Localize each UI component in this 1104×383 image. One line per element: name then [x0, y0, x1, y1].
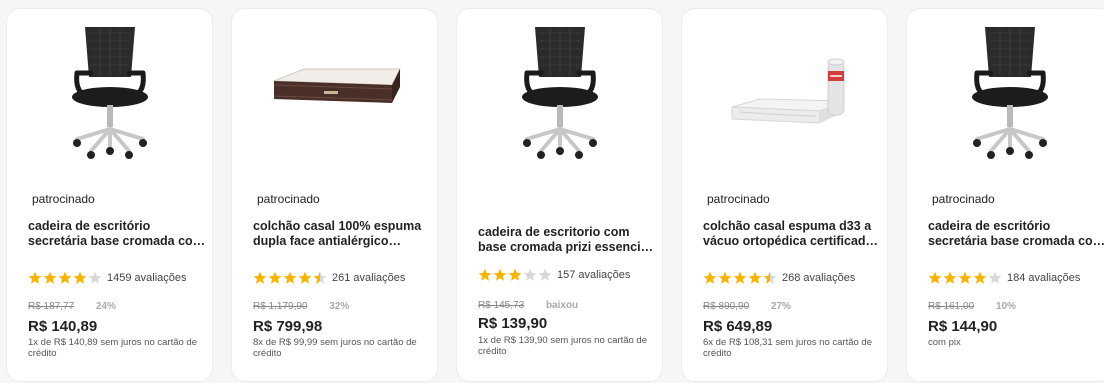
star-icon: [718, 271, 732, 285]
current-price: R$ 799,98: [253, 318, 323, 335]
discount-label: 10%: [995, 301, 1016, 312]
star-icon: [298, 271, 312, 285]
mattress-icon: [273, 68, 401, 103]
product-card[interactable]: patrocinado cadeira de escritório secret…: [6, 8, 213, 382]
installment-text: 8x de R$ 99,99 sem juros no cartão de cr…: [253, 337, 417, 359]
product-image[interactable]: [232, 9, 437, 179]
product-image[interactable]: [682, 9, 887, 179]
star-icon: [973, 271, 987, 285]
product-title[interactable]: cadeira de escritorio com base cromada p…: [478, 225, 660, 255]
review-count: 1459 avaliações: [107, 272, 187, 284]
star-icon: [538, 268, 552, 282]
product-title[interactable]: cadeira de escritório secretária base cr…: [28, 219, 210, 249]
review-count: 261 avaliações: [332, 272, 406, 284]
discount-label: 27%: [770, 301, 791, 312]
old-price: R$ 161,00: [928, 301, 975, 312]
current-price: R$ 139,90: [478, 315, 548, 332]
star-icon: [508, 268, 522, 282]
discount-label: 24%: [95, 301, 116, 312]
rating-stars: 268 avaliações: [703, 271, 855, 285]
star-icon: [943, 271, 957, 285]
star-icon: [28, 271, 42, 285]
office-chair-icon: [71, 27, 148, 159]
rating-stars: 1459 avaliações: [28, 271, 187, 285]
product-image[interactable]: [907, 9, 1104, 179]
installment-text: 6x de R$ 108,31 sem juros no cartão de c…: [703, 337, 872, 359]
product-card[interactable]: patrocinado colchão casal espuma d33 a v…: [681, 8, 888, 382]
review-count: 184 avaliações: [1007, 272, 1081, 284]
product-title[interactable]: colchão casal espuma d33 a vácuo ortopéd…: [703, 219, 885, 249]
product-title[interactable]: colchão casal 100% espuma dupla face ant…: [253, 219, 435, 249]
star-icon: [253, 271, 267, 285]
product-card[interactable]: cadeira de escritorio com base cromada p…: [456, 8, 663, 382]
star-icon: [763, 271, 777, 285]
old-price: R$ 187,77: [28, 301, 75, 312]
sponsored-badge: patrocinado: [932, 192, 995, 206]
product-title[interactable]: cadeira de escritório secretária base cr…: [928, 219, 1104, 249]
star-icon: [43, 271, 57, 285]
star-icon: [478, 268, 492, 282]
discount-label: 32%: [329, 301, 350, 312]
star-icon: [703, 271, 717, 285]
star-icon: [493, 268, 507, 282]
current-price: R$ 649,89: [703, 318, 773, 335]
installment-text: com pix: [928, 337, 961, 348]
star-icon: [88, 271, 102, 285]
old-price: R$ 890,90: [703, 301, 750, 312]
rating-stars: 261 avaliações: [253, 271, 405, 285]
office-chair-icon: [971, 27, 1048, 159]
product-card[interactable]: patrocinado cadeira de escritório secret…: [906, 8, 1104, 382]
star-icon: [988, 271, 1002, 285]
discount-label: baixou: [545, 300, 579, 311]
sponsored-badge: patrocinado: [32, 192, 95, 206]
star-icon: [58, 271, 72, 285]
star-icon: [268, 271, 282, 285]
vacuum-mattress-icon: [731, 58, 844, 124]
star-icon: [733, 271, 747, 285]
sponsored-badge: patrocinado: [257, 192, 320, 206]
review-count: 157 avaliações: [557, 269, 631, 281]
star-icon: [283, 271, 297, 285]
old-price: R$ 145,73: [478, 300, 525, 311]
current-price: R$ 140,89: [28, 318, 98, 335]
rating-stars: 184 avaliações: [928, 271, 1080, 285]
star-icon: [73, 271, 87, 285]
installment-text: 1x de R$ 139,90 sem juros no cartão de c…: [478, 335, 647, 357]
star-icon: [313, 271, 327, 285]
star-icon: [748, 271, 762, 285]
star-icon: [523, 268, 537, 282]
product-image[interactable]: [457, 9, 662, 179]
old-price: R$ 1.179,90: [253, 301, 308, 312]
sponsored-badge: patrocinado: [707, 192, 770, 206]
product-image[interactable]: [7, 9, 212, 179]
current-price: R$ 144,90: [928, 318, 998, 335]
star-icon: [958, 271, 972, 285]
office-chair-icon: [521, 27, 598, 159]
installment-text: 1x de R$ 140,89 sem juros no cartão de c…: [28, 337, 197, 359]
product-card[interactable]: patrocinado colchão casal 100% espuma du…: [231, 8, 438, 382]
rating-stars: 157 avaliações: [478, 268, 630, 282]
review-count: 268 avaliações: [782, 272, 856, 284]
star-icon: [928, 271, 942, 285]
